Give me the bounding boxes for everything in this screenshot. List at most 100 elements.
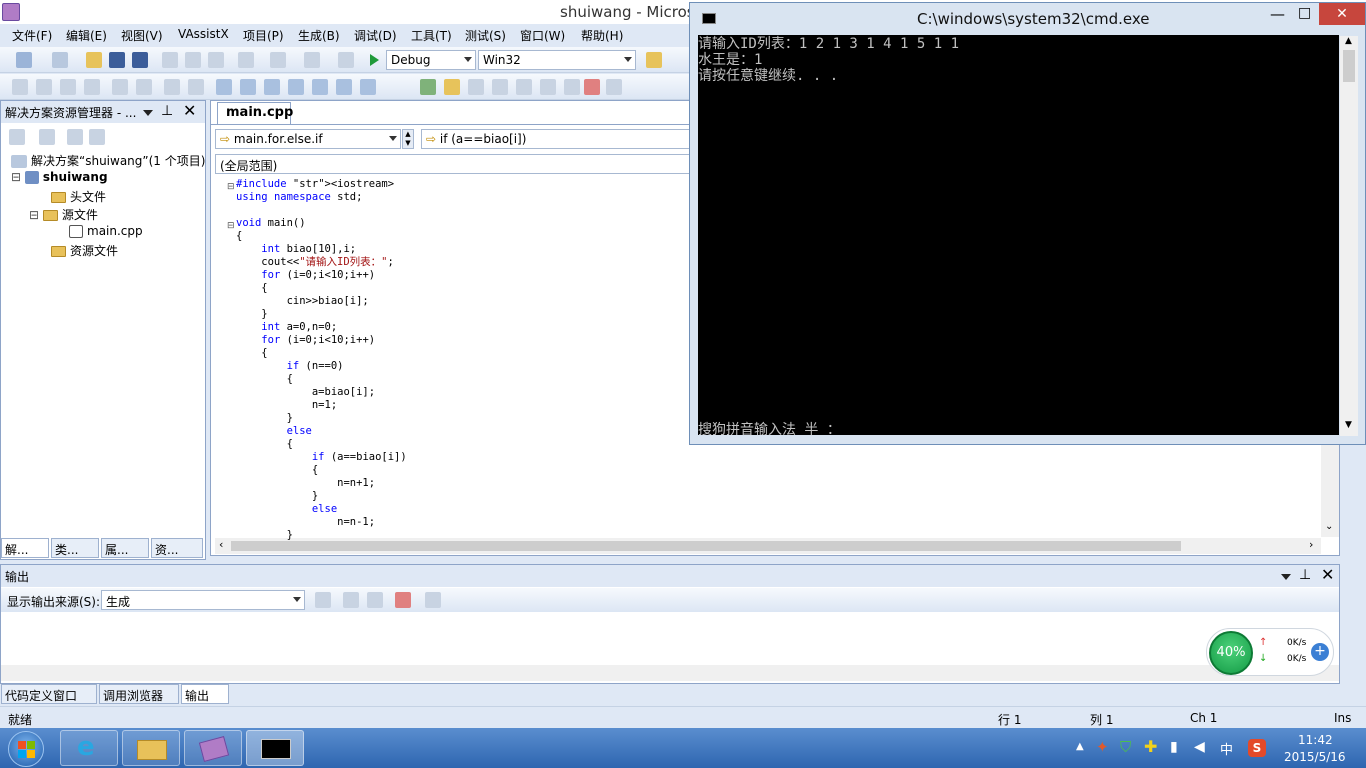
- network-icon[interactable]: ▮: [1170, 739, 1178, 755]
- code-line[interactable]: n=n+1;: [236, 477, 407, 490]
- redo-icon[interactable]: [270, 52, 286, 68]
- solution-platform-select[interactable]: Win32: [478, 50, 636, 70]
- save-icon[interactable]: [109, 52, 125, 68]
- find-message-icon[interactable]: [315, 592, 331, 608]
- prev-message-icon[interactable]: [343, 592, 359, 608]
- toolbar-icon-4[interactable]: [84, 79, 100, 95]
- tab-property-manager[interactable]: 属...: [101, 538, 149, 558]
- menu-edit[interactable]: 编辑(E): [66, 27, 107, 44]
- tray-plus-icon[interactable]: ✚: [1144, 737, 1157, 756]
- code-line[interactable]: {: [236, 373, 407, 386]
- shield-icon[interactable]: ⛉: [1120, 738, 1131, 756]
- outdent-icon[interactable]: [136, 79, 152, 95]
- outline-collapse-markers[interactable]: ⊟ ⊟: [227, 181, 235, 233]
- va-options-icon[interactable]: [606, 79, 622, 95]
- code-line[interactable]: else: [236, 503, 407, 516]
- code-line[interactable]: else: [236, 425, 407, 438]
- tree-solution[interactable]: 解决方案“shuiwang”(1 个项目): [11, 152, 205, 169]
- menu-debug[interactable]: 调试(D): [354, 27, 397, 44]
- tab-output[interactable]: 输出: [181, 684, 229, 704]
- collapse-icon[interactable]: ⊟: [29, 208, 43, 222]
- code-line[interactable]: using namespace std;: [236, 191, 407, 204]
- taskbar-cmd[interactable]: [246, 730, 304, 766]
- code-line[interactable]: #include "str"><iostream>: [236, 178, 407, 191]
- navigate-back-icon[interactable]: [304, 52, 320, 68]
- code-line[interactable]: n=n-1;: [236, 516, 407, 529]
- va-brace-icon[interactable]: [564, 79, 580, 95]
- paste-icon[interactable]: [208, 52, 224, 68]
- scroll-left-icon[interactable]: ‹: [219, 538, 223, 551]
- cmd-close-button[interactable]: ✕: [1319, 3, 1365, 25]
- code-line[interactable]: int a=0,n=0;: [236, 321, 407, 334]
- tree-main-cpp[interactable]: main.cpp: [69, 224, 143, 238]
- output-horizontal-scrollbar[interactable]: [1, 665, 1339, 681]
- start-button[interactable]: [8, 731, 44, 767]
- code-line[interactable]: for (i=0;i<10;i++): [236, 334, 407, 347]
- tree-source-files[interactable]: ⊟ 源文件: [29, 206, 98, 223]
- va-tool-icon[interactable]: [468, 79, 484, 95]
- toolbar-icon-1[interactable]: [12, 79, 28, 95]
- menu-view[interactable]: 视图(V): [121, 27, 163, 44]
- start-debug-icon[interactable]: [370, 54, 379, 66]
- sogou-icon[interactable]: S: [1248, 739, 1266, 757]
- pin-icon[interactable]: ⊥: [161, 103, 173, 119]
- clock-time[interactable]: 11:42: [1298, 733, 1333, 747]
- menu-vassistx[interactable]: VAssistX: [178, 27, 229, 41]
- volume-icon[interactable]: ◀: [1194, 739, 1205, 755]
- va-refactor-icon[interactable]: [540, 79, 556, 95]
- new-project-icon[interactable]: [16, 52, 32, 68]
- code-line[interactable]: }: [236, 412, 407, 425]
- add-item-icon[interactable]: [52, 52, 68, 68]
- code-line[interactable]: {: [236, 347, 407, 360]
- bookmark-folder-icon[interactable]: [288, 79, 304, 95]
- cmd-vertical-scrollbar[interactable]: ▲ ▼: [1340, 36, 1358, 436]
- memory-usage-badge[interactable]: 40%: [1209, 631, 1253, 675]
- bookmark-prev-icon[interactable]: [240, 79, 256, 95]
- code-line[interactable]: }: [236, 308, 407, 321]
- code-line[interactable]: {: [236, 438, 407, 451]
- solution-config-select[interactable]: Debug: [386, 50, 476, 70]
- function-select[interactable]: ⇨ main.for.else.if: [215, 129, 401, 149]
- tab-resource-view[interactable]: 资...: [151, 538, 203, 558]
- code-line[interactable]: }: [236, 490, 407, 503]
- undo-icon[interactable]: [238, 52, 254, 68]
- tab-class-view[interactable]: 类...: [51, 538, 99, 558]
- tab-code-definition[interactable]: 代码定义窗口: [1, 684, 97, 704]
- network-monitor-widget[interactable]: 40% ↑ ↓ 0K/s 0K/s +: [1206, 628, 1334, 676]
- tray-expand-icon[interactable]: ▲: [1076, 741, 1084, 752]
- global-scope-select[interactable]: (全局范围): [215, 154, 691, 174]
- scope-select[interactable]: ⇨ if (a==biao[i]): [421, 129, 691, 149]
- clock-date[interactable]: 2015/5/16: [1284, 750, 1346, 764]
- output-source-select[interactable]: 生成: [101, 590, 305, 610]
- va-open-icon[interactable]: [444, 79, 460, 95]
- toolbar-icon-2[interactable]: [36, 79, 52, 95]
- code-text[interactable]: #include "str"><iostream> using namespace…: [236, 178, 407, 542]
- bookmark-list-icon[interactable]: [360, 79, 376, 95]
- refresh-icon[interactable]: [39, 129, 55, 145]
- scroll-up-icon[interactable]: ▲: [1345, 36, 1352, 46]
- bookmark-next-icon[interactable]: [264, 79, 280, 95]
- code-line[interactable]: for (i=0;i<10;i++): [236, 269, 407, 282]
- scroll-down-icon[interactable]: ⌄: [1325, 521, 1333, 532]
- taskbar-explorer[interactable]: [122, 730, 180, 766]
- class-diagram-icon[interactable]: [89, 129, 105, 145]
- tab-main-cpp[interactable]: main.cpp: [217, 102, 293, 124]
- code-line[interactable]: void main(): [236, 217, 407, 230]
- minimize-icon[interactable]: —: [1270, 5, 1285, 23]
- save-all-icon[interactable]: [132, 52, 148, 68]
- chevron-down-icon[interactable]: [1281, 574, 1291, 580]
- va-goto-icon[interactable]: [516, 79, 532, 95]
- code-line[interactable]: cin>>biao[i];: [236, 295, 407, 308]
- chevron-down-icon[interactable]: [143, 110, 153, 116]
- code-line[interactable]: }: [236, 529, 407, 542]
- pin-icon[interactable]: ⊥: [1299, 567, 1311, 583]
- tree-project[interactable]: ⊟ shuiwang: [11, 170, 108, 184]
- code-line[interactable]: {: [236, 230, 407, 243]
- tab-call-browser[interactable]: 调用浏览器: [99, 684, 179, 704]
- indent-icon[interactable]: [112, 79, 128, 95]
- scroll-right-icon[interactable]: ›: [1309, 538, 1313, 551]
- cmd-console-area[interactable]: [698, 35, 1339, 435]
- bookmark-icon[interactable]: [216, 79, 232, 95]
- cut-icon[interactable]: [162, 52, 178, 68]
- maximize-icon[interactable]: □: [1298, 5, 1311, 21]
